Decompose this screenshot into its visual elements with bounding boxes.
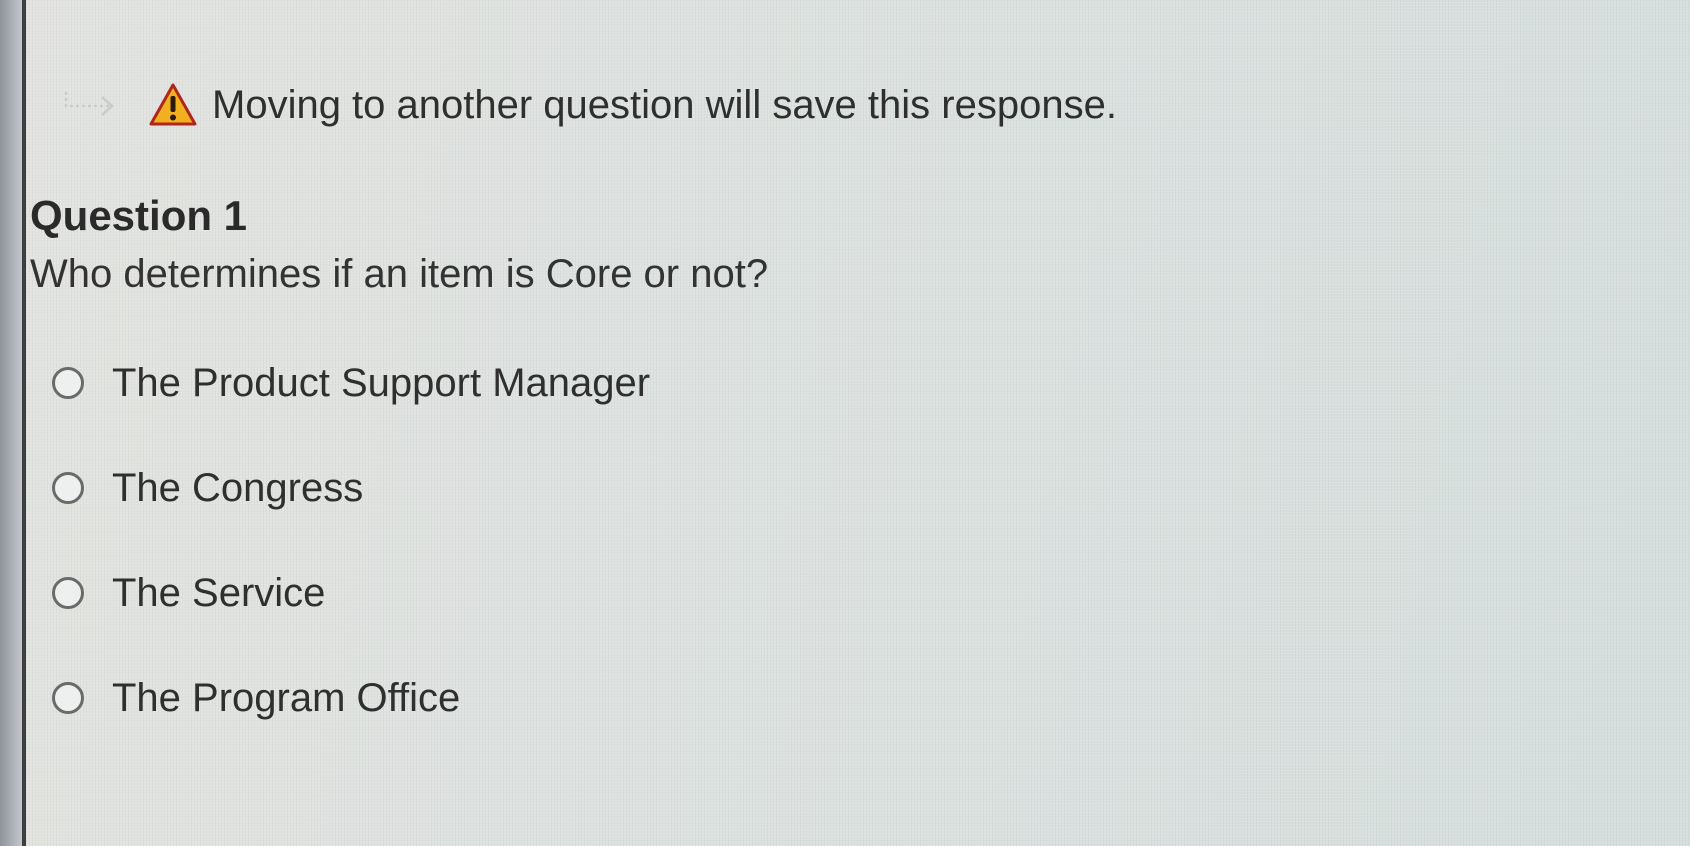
answer-option[interactable]: The Service xyxy=(52,566,650,620)
answer-option-label[interactable]: The Program Office xyxy=(112,676,460,721)
question-content: Moving to another question will save thi… xyxy=(26,0,1690,846)
arrow-right-icon xyxy=(62,90,120,120)
warning-icon xyxy=(148,82,198,128)
answer-option[interactable]: The Product Support Manager xyxy=(52,356,650,410)
question-title: Question 1 xyxy=(30,192,248,239)
radio-button[interactable] xyxy=(52,577,84,609)
save-notice: Moving to another question will save thi… xyxy=(62,80,1117,130)
answer-option-label[interactable]: The Service xyxy=(112,571,325,616)
answer-option-label[interactable]: The Congress xyxy=(112,466,363,511)
answer-option[interactable]: The Program Office xyxy=(52,671,650,725)
left-panel-edge xyxy=(0,0,22,846)
radio-button[interactable] xyxy=(52,472,84,504)
save-notice-text: Moving to another question will save thi… xyxy=(212,82,1117,127)
answer-option[interactable]: The Congress xyxy=(52,461,650,515)
answer-options: The Product Support Manager The Congress… xyxy=(52,356,650,776)
answer-option-label[interactable]: The Product Support Manager xyxy=(112,361,650,406)
radio-button[interactable] xyxy=(52,682,84,714)
question-prompt: Who determines if an item is Core or not… xyxy=(30,252,769,296)
radio-button[interactable] xyxy=(52,367,84,399)
